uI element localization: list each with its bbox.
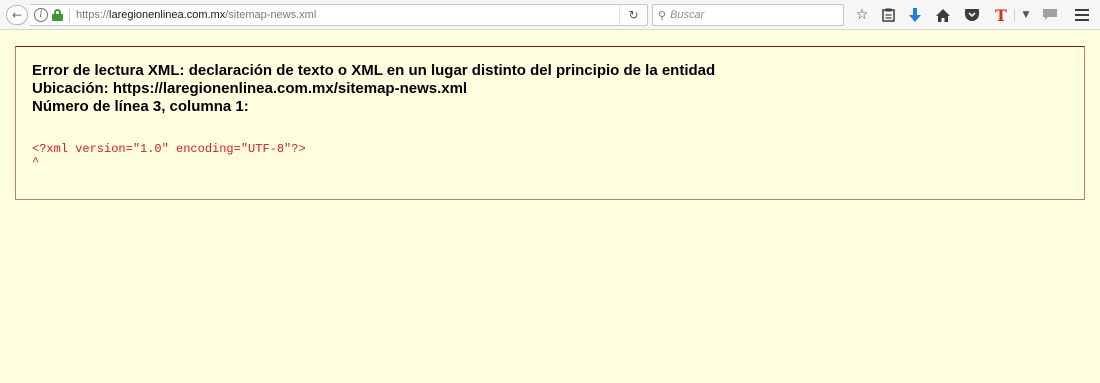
info-icon[interactable]: i [34, 8, 48, 22]
back-button[interactable]: ← [6, 5, 28, 25]
error-title: Error de lectura XML: declaración de tex… [32, 62, 716, 79]
pocket-icon[interactable] [963, 6, 981, 24]
browser-toolbar: ← i https://laregionenlinea.com.mx/sitem… [0, 0, 1100, 30]
downloads-icon[interactable] [906, 6, 924, 24]
url-text[interactable]: https://laregionenlinea.com.mx/sitemap-n… [76, 9, 316, 21]
error-source-text: <?xml version="1.0" encoding="UTF-8"?> [32, 142, 306, 156]
url-host: laregionenlinea.com.mx [109, 9, 226, 21]
search-input[interactable] [670, 9, 831, 21]
reload-button[interactable]: ↻ [619, 5, 647, 25]
home-icon[interactable] [934, 6, 952, 24]
error-line-number: Número de línea 3, columna 1: [32, 98, 249, 115]
error-caret: ^ [32, 155, 40, 169]
search-icon: ⚲ [658, 8, 667, 22]
dropdown-arrow-icon[interactable]: ▼ [1017, 6, 1035, 24]
error-location: Ubicación: https://laregionenlinea.com.m… [32, 80, 468, 97]
t-extension-icon[interactable]: T [992, 6, 1010, 25]
reload-icon: ↻ [628, 8, 639, 22]
url-path: /sitemap-news.xml [225, 9, 317, 21]
search-bar[interactable]: ⚲ [652, 4, 844, 26]
url-prefix: https:// [76, 9, 110, 21]
back-arrow-icon: ← [11, 8, 23, 22]
toolbar-divider [1014, 9, 1015, 21]
url-bar[interactable]: i https://laregionenlinea.com.mx/sitemap… [30, 4, 648, 26]
star-icon[interactable]: ☆ [853, 6, 871, 24]
menu-icon[interactable] [1073, 6, 1091, 24]
lock-icon[interactable] [52, 9, 63, 21]
reading-list-icon[interactable] [879, 6, 897, 24]
url-divider [69, 8, 70, 22]
xml-error-box: Error de lectura XML: declaración de tex… [15, 46, 1085, 200]
chat-icon[interactable] [1041, 6, 1059, 24]
